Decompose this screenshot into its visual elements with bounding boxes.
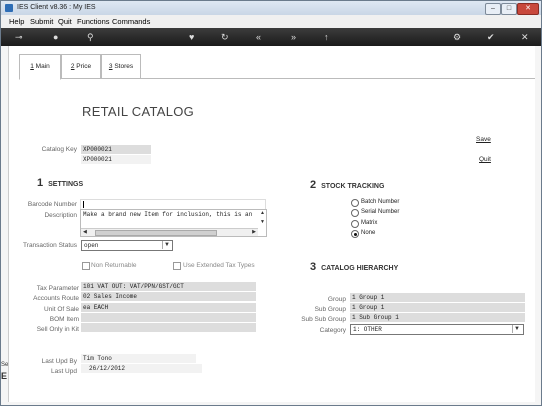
toolbar: ⊸ ● ⚲ ♥ ↻ « » ↑ ⚙ ✔ ✕ <box>1 28 541 46</box>
category-chevron-down-icon[interactable]: ▼ <box>512 325 521 333</box>
scroll-right-icon[interactable]: ▶ <box>252 229 256 235</box>
horizontal-scrollbar[interactable]: ◀ ▶ <box>81 228 258 236</box>
side-fragment-line1: Sei <box>1 362 10 368</box>
tab-divider <box>19 78 535 79</box>
description-text: Make a brand new Item for inclusion, thi… <box>83 211 253 218</box>
radio-matrix-label: Matrix <box>361 220 378 226</box>
catalog-hierarchy-heading: 3 CATALOG HIERARCHY <box>310 261 398 273</box>
fast-forward-icon[interactable]: » <box>291 31 296 43</box>
close-icon[interactable]: ✕ <box>521 31 529 43</box>
non-returnable-label: Non Returnable <box>91 262 137 269</box>
main-content: 1 Main 2 Price 3 Stores RETAIL CATALOG S… <box>8 46 535 402</box>
radio-serial-number-label: Serial Number <box>361 209 400 215</box>
radio-batch-number[interactable] <box>351 199 359 207</box>
catalog-key-field[interactable]: XP000021 <box>81 145 151 154</box>
text-cursor <box>83 201 84 208</box>
title-bar: IES Client v8.36 : My IES – □ ✕ <box>1 1 541 15</box>
non-returnable-checkbox[interactable] <box>82 262 90 270</box>
rewind-icon[interactable]: « <box>256 31 261 43</box>
category-select[interactable]: 1: OTHER <box>350 324 524 335</box>
stock-tracking-title: STOCK TRACKING <box>321 183 385 190</box>
tab-price[interactable]: 2 Price <box>61 54 101 79</box>
unit-of-sale-field[interactable]: ea EACH <box>81 303 256 312</box>
catalog-key-label: Catalog Key <box>41 146 77 153</box>
scroll-left-icon[interactable]: ◀ <box>83 229 87 235</box>
settings-number: 1 <box>37 177 44 189</box>
accounts-route-label: Accounts Route <box>33 295 79 302</box>
tab-stores-label: Stores <box>112 63 134 70</box>
radio-batch-number-label: Batch Number <box>361 199 400 205</box>
side-fragment: Sei E <box>1 362 10 392</box>
sub-sub-group-field[interactable]: 1 Sub Group 1 <box>350 313 525 322</box>
settings-title: SETTINGS <box>48 181 84 188</box>
refresh-icon[interactable]: ↻ <box>221 31 229 43</box>
side-fragment-line2: E <box>1 371 8 381</box>
sub-group-label: Sub Group <box>314 306 346 313</box>
bom-item-field[interactable] <box>81 313 256 322</box>
use-extended-tax-label: Use Extended Tax Types <box>183 262 255 269</box>
transaction-status-select[interactable]: open <box>81 240 173 251</box>
settings-heading: 1 SETTINGS <box>37 177 83 189</box>
back-key-icon[interactable]: ⊸ <box>15 31 23 43</box>
tab-main[interactable]: 1 Main <box>19 54 61 80</box>
tab-price-label: Price <box>74 63 92 70</box>
tax-parameter-label: Tax Parameter <box>36 285 79 292</box>
sub-group-field[interactable]: 1 Group 1 <box>350 303 525 312</box>
last-upd-field: 26/12/2012 <box>81 364 202 373</box>
sell-only-in-kit-field[interactable] <box>81 323 256 332</box>
minimize-button[interactable]: – <box>485 3 501 15</box>
scroll-thumb[interactable] <box>95 230 217 236</box>
page-title: RETAIL CATALOG <box>82 104 195 119</box>
sub-sub-group-label: Sub Sub Group <box>301 316 346 323</box>
search-icon[interactable]: ⚲ <box>87 31 94 43</box>
scroll-up-icon[interactable]: ▲ <box>260 210 265 216</box>
catalog-hierarchy-title: CATALOG HIERARCHY <box>321 265 399 272</box>
menu-submit[interactable]: Submit <box>30 17 53 26</box>
close-window-button[interactable]: ✕ <box>517 3 539 15</box>
menu-bar: Help Submit Quit Functions Commands <box>1 15 541 28</box>
settings-icon[interactable]: ⚙ <box>453 31 461 43</box>
save-link[interactable]: Save <box>476 136 491 143</box>
last-upd-label: Last Upd <box>50 368 77 375</box>
transaction-status-label: Transaction Status <box>23 242 77 249</box>
maximize-button[interactable]: □ <box>501 3 517 15</box>
quit-link[interactable]: Quit <box>479 156 491 163</box>
scroll-down-icon[interactable]: ▼ <box>260 219 265 225</box>
chevron-down-icon[interactable]: ▼ <box>162 241 171 249</box>
barcode-label: Barcode Number <box>27 201 77 208</box>
menu-commands[interactable]: Commands <box>112 17 150 26</box>
menu-help[interactable]: Help <box>9 17 24 26</box>
group-label: Group <box>327 296 346 303</box>
check-icon[interactable]: ✔ <box>487 31 495 43</box>
description-textarea[interactable]: Make a brand new Item for inclusion, thi… <box>80 209 267 237</box>
upload-icon[interactable]: ↑ <box>324 31 329 43</box>
accounts-route-field[interactable]: 02 Sales Income <box>81 292 256 301</box>
last-upd-by-field: Tim Tono <box>81 354 196 363</box>
use-extended-tax-checkbox[interactable] <box>173 262 181 270</box>
last-upd-by-label: Last Upd By <box>41 358 77 365</box>
window-title: IES Client v8.36 : My IES <box>17 4 96 11</box>
tab-main-label: Main <box>33 63 50 70</box>
radio-serial-number[interactable] <box>351 209 359 217</box>
radio-none-label: None <box>361 230 376 236</box>
menu-functions[interactable]: Functions <box>77 17 110 26</box>
radio-none[interactable] <box>351 230 359 238</box>
bom-item-label: BOM Item <box>49 316 79 323</box>
catalog-hierarchy-number: 3 <box>310 261 317 273</box>
description-label: Description <box>44 212 77 219</box>
tab-stores[interactable]: 3 Stores <box>101 54 141 79</box>
unit-of-sale-label: Unit Of Sale <box>43 306 79 313</box>
help-icon[interactable]: ● <box>53 31 58 43</box>
sell-only-in-kit-label: Sell Only in Kit <box>36 326 79 333</box>
stock-tracking-number: 2 <box>310 179 317 191</box>
group-field[interactable]: 1 Group 1 <box>350 293 525 302</box>
stock-tracking-heading: 2 STOCK TRACKING <box>310 179 384 191</box>
radio-matrix[interactable] <box>351 220 359 228</box>
tax-parameter-field[interactable]: 101 VAT OUT: VAT/PPN/GST/GCT <box>81 282 256 291</box>
category-label: Category <box>319 327 346 334</box>
catalog-key-field-2: XP000021 <box>81 155 151 164</box>
app-icon <box>5 4 13 12</box>
favorite-icon[interactable]: ♥ <box>189 31 194 43</box>
menu-quit[interactable]: Quit <box>58 17 72 26</box>
